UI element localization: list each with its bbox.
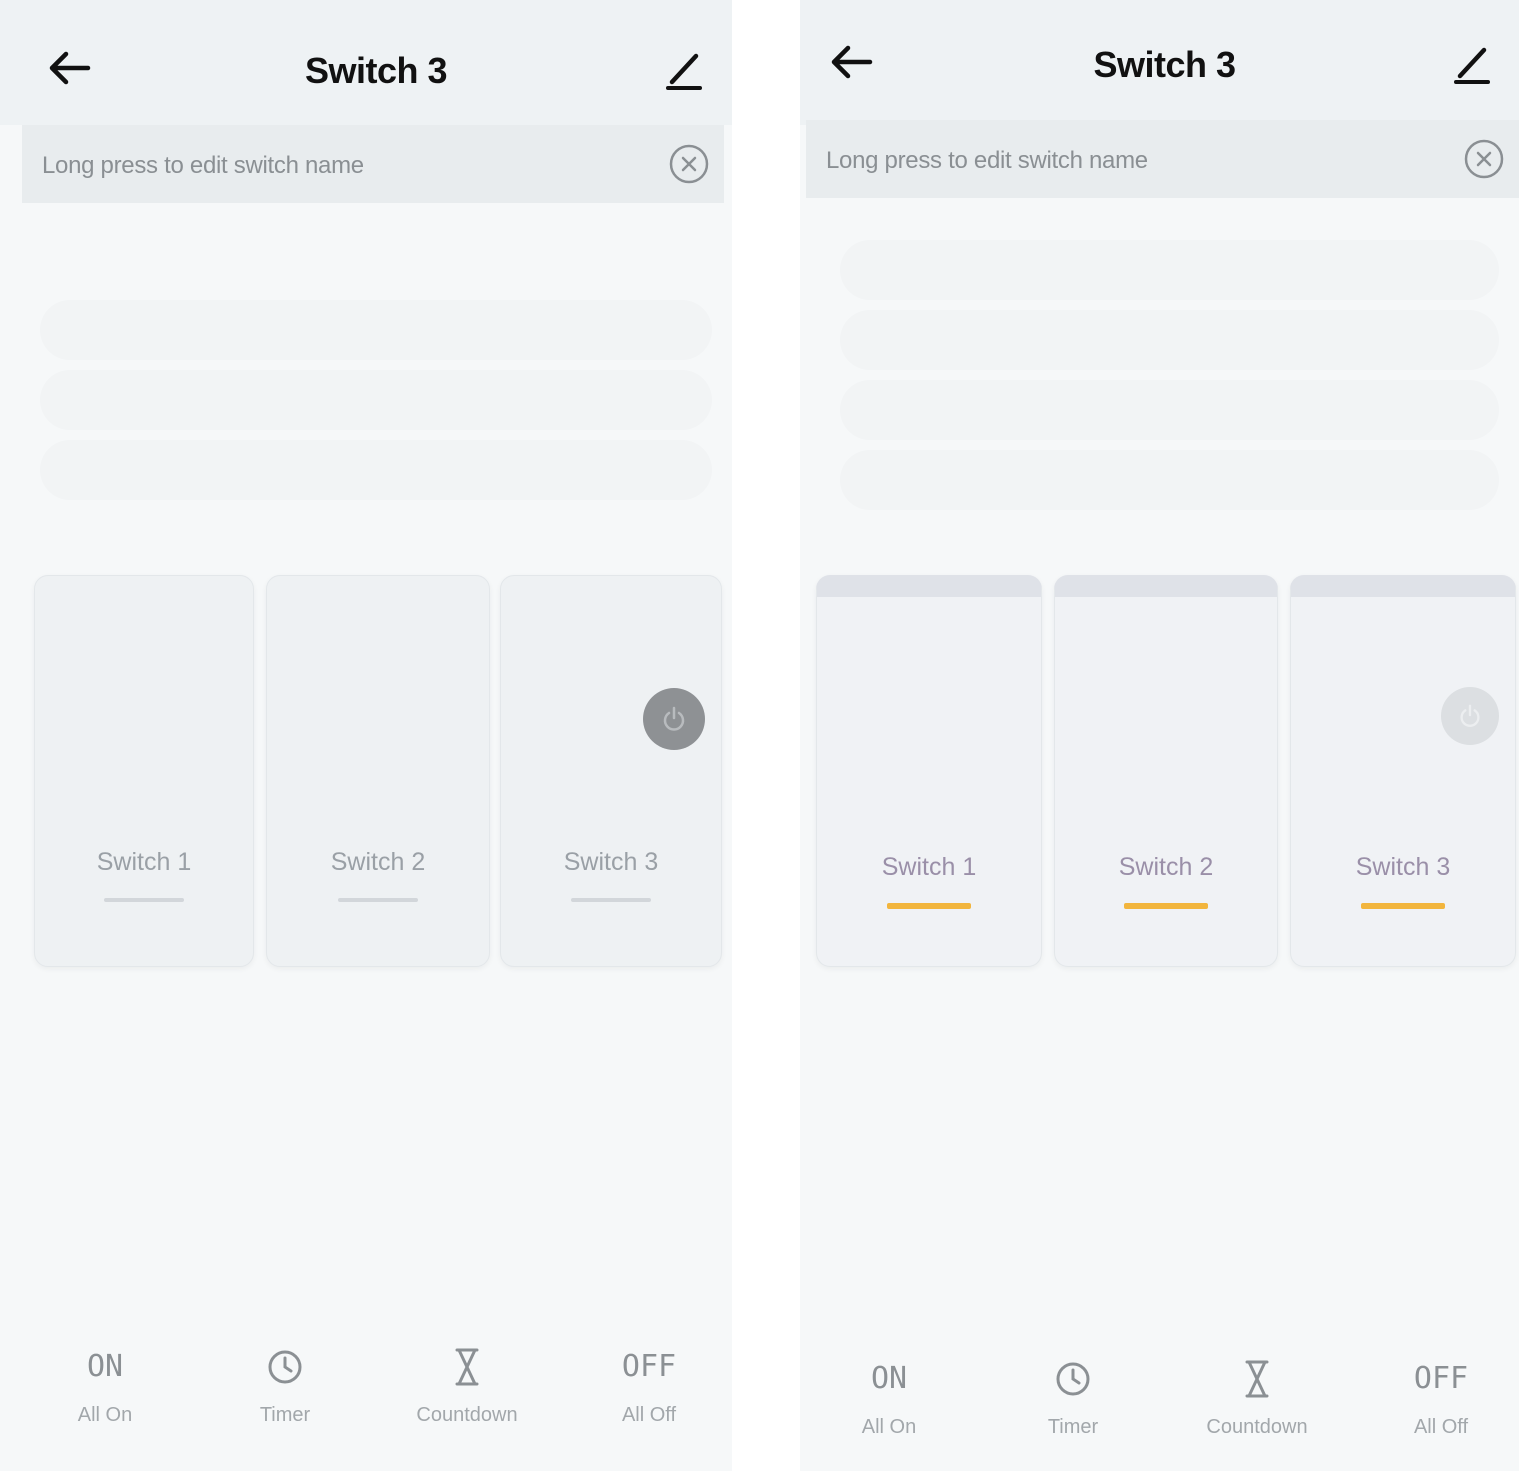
hourglass-icon: [455, 1348, 479, 1386]
background-pattern: [40, 370, 712, 430]
countdown-button[interactable]: Countdown: [392, 1340, 542, 1427]
switch-indicator: [887, 903, 971, 909]
power-icon: [663, 706, 685, 731]
hint-banner: Long press to edit switch name: [806, 120, 1519, 198]
action-label: Timer: [1047, 1416, 1099, 1438]
header: Switch 3: [800, 0, 1519, 125]
switch-screen-right: Switch 3 Long press to edit switch name …: [800, 0, 1519, 1471]
off-icon: OFF: [621, 1349, 677, 1384]
power-button[interactable]: [1441, 687, 1499, 745]
switch-label: Switch 1: [96, 848, 192, 876]
header: Switch 3: [0, 0, 732, 125]
switch-indicator: [1124, 903, 1208, 909]
switch-card-3[interactable]: Switch 3: [500, 575, 722, 967]
switch-screen-left: Switch 3 Long press to edit switch name …: [0, 0, 732, 1471]
background-pattern: [40, 300, 712, 360]
switch-indicator: [104, 898, 184, 902]
background-pattern: [840, 380, 1499, 440]
hint-text: Long press to edit switch name: [42, 152, 364, 179]
all-off-button[interactable]: OFF All Off: [1366, 1352, 1516, 1439]
edit-pencil-icon[interactable]: [1452, 42, 1492, 86]
power-button[interactable]: [643, 688, 705, 750]
switch-label: Switch 3: [1355, 853, 1451, 881]
action-label: All Off: [621, 1404, 677, 1426]
switch-card-1[interactable]: Switch 1: [34, 575, 254, 967]
switch-label: Switch 2: [1118, 853, 1214, 881]
action-label: All On: [77, 1404, 133, 1426]
switch-card-2[interactable]: Switch 2: [1054, 575, 1278, 967]
edit-pencil-icon[interactable]: [664, 48, 704, 92]
action-label: All On: [861, 1416, 917, 1438]
page-title: Switch 3: [304, 50, 448, 91]
on-icon: ON: [86, 1349, 124, 1384]
hint-text: Long press to edit switch name: [826, 147, 1148, 174]
action-label: All Off: [1413, 1416, 1469, 1438]
switch-card-3[interactable]: Switch 3: [1290, 575, 1516, 967]
switch-label: Switch 3: [563, 848, 659, 876]
countdown-button[interactable]: Countdown: [1182, 1352, 1332, 1439]
switch-label: Switch 1: [881, 853, 977, 881]
close-hint-icon[interactable]: [1463, 138, 1505, 180]
background-pattern: [40, 440, 712, 500]
off-icon: OFF: [1413, 1361, 1469, 1396]
switch-indicator: [338, 898, 418, 902]
clock-icon: [268, 1350, 302, 1384]
page-title: Switch 3: [1093, 44, 1236, 85]
all-on-button[interactable]: ON All On: [30, 1340, 180, 1427]
action-label: Timer: [259, 1404, 311, 1426]
switch-label: Switch 2: [330, 848, 426, 876]
timer-button[interactable]: Timer: [210, 1340, 360, 1427]
switch-indicator: [1361, 903, 1445, 909]
action-label: Countdown: [1206, 1416, 1308, 1438]
switch-card-1[interactable]: Switch 1: [816, 575, 1042, 967]
background-pattern: [840, 310, 1499, 370]
hint-banner: Long press to edit switch name: [22, 125, 724, 203]
all-off-button[interactable]: OFF All Off: [574, 1340, 724, 1427]
hourglass-icon: [1245, 1360, 1269, 1398]
close-hint-icon[interactable]: [668, 143, 710, 185]
switch-card-2[interactable]: Switch 2: [266, 575, 490, 967]
background-pattern: [840, 240, 1499, 300]
timer-button[interactable]: Timer: [998, 1352, 1148, 1439]
background-pattern: [840, 450, 1499, 510]
action-label: Countdown: [416, 1404, 518, 1426]
power-icon: [1460, 704, 1480, 727]
all-on-button[interactable]: ON All On: [814, 1352, 964, 1439]
clock-icon: [1056, 1362, 1090, 1396]
on-icon: ON: [870, 1361, 908, 1396]
switch-indicator: [571, 898, 651, 902]
